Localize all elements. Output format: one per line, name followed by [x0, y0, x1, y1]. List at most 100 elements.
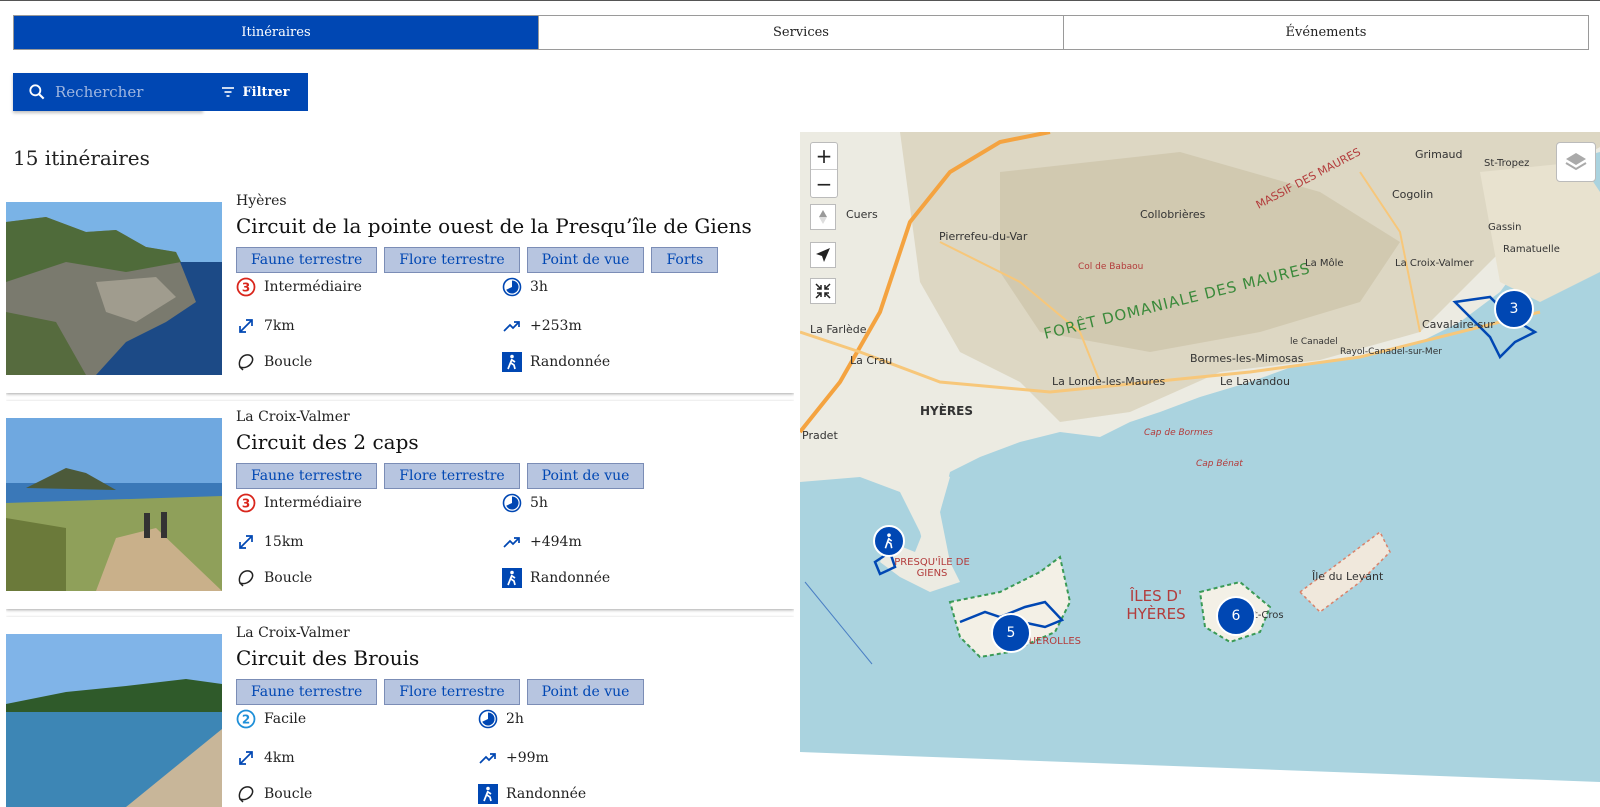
- map-hiker-marker[interactable]: [873, 525, 905, 557]
- itinerary-photo: [6, 634, 222, 807]
- tag: Flore terrestre: [384, 679, 520, 705]
- tag-list: Faune terrestre Flore terrestre Point de…: [236, 679, 645, 705]
- exit-fullscreen-button[interactable]: [810, 278, 836, 304]
- itinerary-title[interactable]: Circuit des 2 caps: [236, 430, 419, 454]
- compass-icon: [819, 210, 827, 224]
- tag: Forts: [651, 247, 719, 273]
- label-collobrieres: Collobrières: [1140, 208, 1206, 221]
- zoom-control: + −: [810, 142, 838, 198]
- distance-label: 7km: [264, 318, 295, 334]
- itinerary-title[interactable]: Circuit des Brouis: [236, 646, 419, 670]
- label-cap-bormes: Cap de Bormes: [1144, 428, 1213, 438]
- duration: 3h: [502, 277, 548, 297]
- difficulty-icon: 3: [236, 277, 256, 297]
- difficulty-icon: 3: [236, 493, 256, 513]
- loop-icon: [238, 570, 254, 587]
- tag: Faune terrestre: [236, 463, 378, 489]
- label-giens: PRESQU'ÎLE DE GIENS: [894, 557, 970, 579]
- loop-icon: [238, 354, 254, 371]
- distance: 4km: [236, 748, 295, 768]
- elevation-icon: [479, 753, 496, 764]
- reset-north-button[interactable]: [810, 204, 836, 230]
- difficulty: 3 Intermédiaire: [236, 493, 362, 513]
- label-pradet: Pradet: [802, 429, 838, 442]
- duration-label: 3h: [530, 279, 548, 295]
- label-cavalaire: Cavalaire-sur: [1422, 318, 1495, 331]
- layers-button[interactable]: [1556, 142, 1596, 182]
- route-type: Boucle: [236, 352, 312, 372]
- tag: Point de vue: [526, 463, 645, 489]
- duration: 2h: [478, 709, 524, 729]
- itinerary-title[interactable]: Circuit de la pointe ouest de la Presqu’…: [236, 214, 752, 238]
- results-count: 15 itinéraires: [13, 146, 150, 170]
- duration-icon: [478, 709, 498, 729]
- label-ramatuelle: Ramatuelle: [1503, 244, 1560, 255]
- tab-itineraires[interactable]: Itinéraires: [14, 16, 539, 49]
- label-le-canadel: le Canadel: [1290, 337, 1338, 347]
- svg-text:3: 3: [242, 281, 250, 295]
- itinerary-photo: [6, 418, 222, 591]
- duration-label: 2h: [506, 711, 524, 727]
- map[interactable]: FORÊT DOMANIALE DES MAURES MASSIF DES MA…: [800, 132, 1600, 807]
- practice: Randonnée: [502, 568, 610, 588]
- elevation-icon: [503, 321, 520, 332]
- difficulty: 2 Facile: [236, 709, 306, 729]
- geolocate-button[interactable]: [810, 242, 836, 268]
- distance-icon: [239, 751, 253, 765]
- label-lavandou: Le Lavandou: [1220, 375, 1290, 388]
- tab-services[interactable]: Services: [539, 16, 1064, 49]
- itinerary-photo: [6, 202, 222, 375]
- label-la-crau: La Crau: [850, 354, 893, 367]
- label-rayol: Rayol-Canadel-sur-Mer: [1340, 347, 1442, 357]
- practice-label: Randonnée: [506, 786, 587, 802]
- loop-icon: [238, 786, 254, 803]
- label-bormes: Bormes-les-Mimosas: [1190, 352, 1304, 365]
- label-cuers: Cuers: [846, 208, 878, 221]
- map-cluster-marker[interactable]: 5: [991, 613, 1031, 653]
- elevation-icon: [503, 537, 520, 548]
- label-st-tropez: St-Tropez: [1484, 158, 1530, 169]
- svg-text:3: 3: [242, 497, 250, 511]
- elevation: +253m: [502, 316, 582, 336]
- route-type: Boucle: [236, 568, 312, 588]
- label-levant: Île du Levant: [1312, 570, 1384, 583]
- tag: Point de vue: [526, 679, 645, 705]
- filter-button[interactable]: Filtrer: [203, 73, 308, 111]
- label-la-farlede: La Farlède: [810, 323, 867, 336]
- itinerary-card[interactable]: La Croix-Valmer Circuit des Brouis Faune…: [6, 617, 794, 807]
- label-londe: La Londe-les-Maures: [1052, 375, 1166, 388]
- practice-label: Randonnée: [530, 354, 611, 370]
- itinerary-location: La Croix-Valmer: [236, 625, 350, 641]
- difficulty-label: Intermédiaire: [264, 495, 362, 511]
- label-cogolin: Cogolin: [1392, 188, 1434, 201]
- label-hyeres: HYÈRES: [920, 404, 974, 418]
- label-cap-benat: Cap Bénat: [1196, 459, 1243, 469]
- tag: Point de vue: [526, 247, 645, 273]
- route-type-label: Boucle: [264, 786, 313, 802]
- zoom-in-button[interactable]: +: [811, 143, 837, 170]
- category-tabs: Itinéraires Services Événements: [13, 15, 1589, 50]
- label-iles: ÎLES D' HYÈRES: [1126, 587, 1186, 623]
- difficulty-label: Facile: [264, 711, 307, 727]
- itinerary-card[interactable]: La Croix-Valmer Circuit des 2 caps Faune…: [6, 401, 794, 609]
- itinerary-list: Hyères Circuit de la pointe ouest de la …: [6, 185, 794, 807]
- distance-label: 4km: [264, 750, 295, 766]
- zoom-out-button[interactable]: −: [811, 170, 837, 197]
- map-cluster-marker[interactable]: 6: [1216, 596, 1256, 636]
- collapse-icon: [815, 283, 831, 299]
- label-la-croix-valmer: La Croix-Valmer: [1395, 258, 1474, 269]
- itinerary-card[interactable]: Hyères Circuit de la pointe ouest de la …: [6, 185, 794, 393]
- distance-label: 15km: [264, 534, 304, 550]
- hiker-icon: [502, 568, 522, 588]
- tag-list: Faune terrestre Flore terrestre Point de…: [236, 463, 645, 489]
- label-grimaud: Grimaud: [1415, 148, 1463, 161]
- search-input[interactable]: [55, 83, 185, 101]
- hiker-icon: [884, 533, 893, 549]
- duration: 5h: [502, 493, 548, 513]
- filter-label: Filtrer: [242, 84, 290, 100]
- tab-evenements[interactable]: Événements: [1064, 16, 1588, 49]
- difficulty-label: Intermédiaire: [264, 279, 362, 295]
- itinerary-location: Hyères: [236, 193, 287, 209]
- map-cluster-marker[interactable]: 3: [1494, 289, 1534, 329]
- hiker-icon: [478, 784, 498, 804]
